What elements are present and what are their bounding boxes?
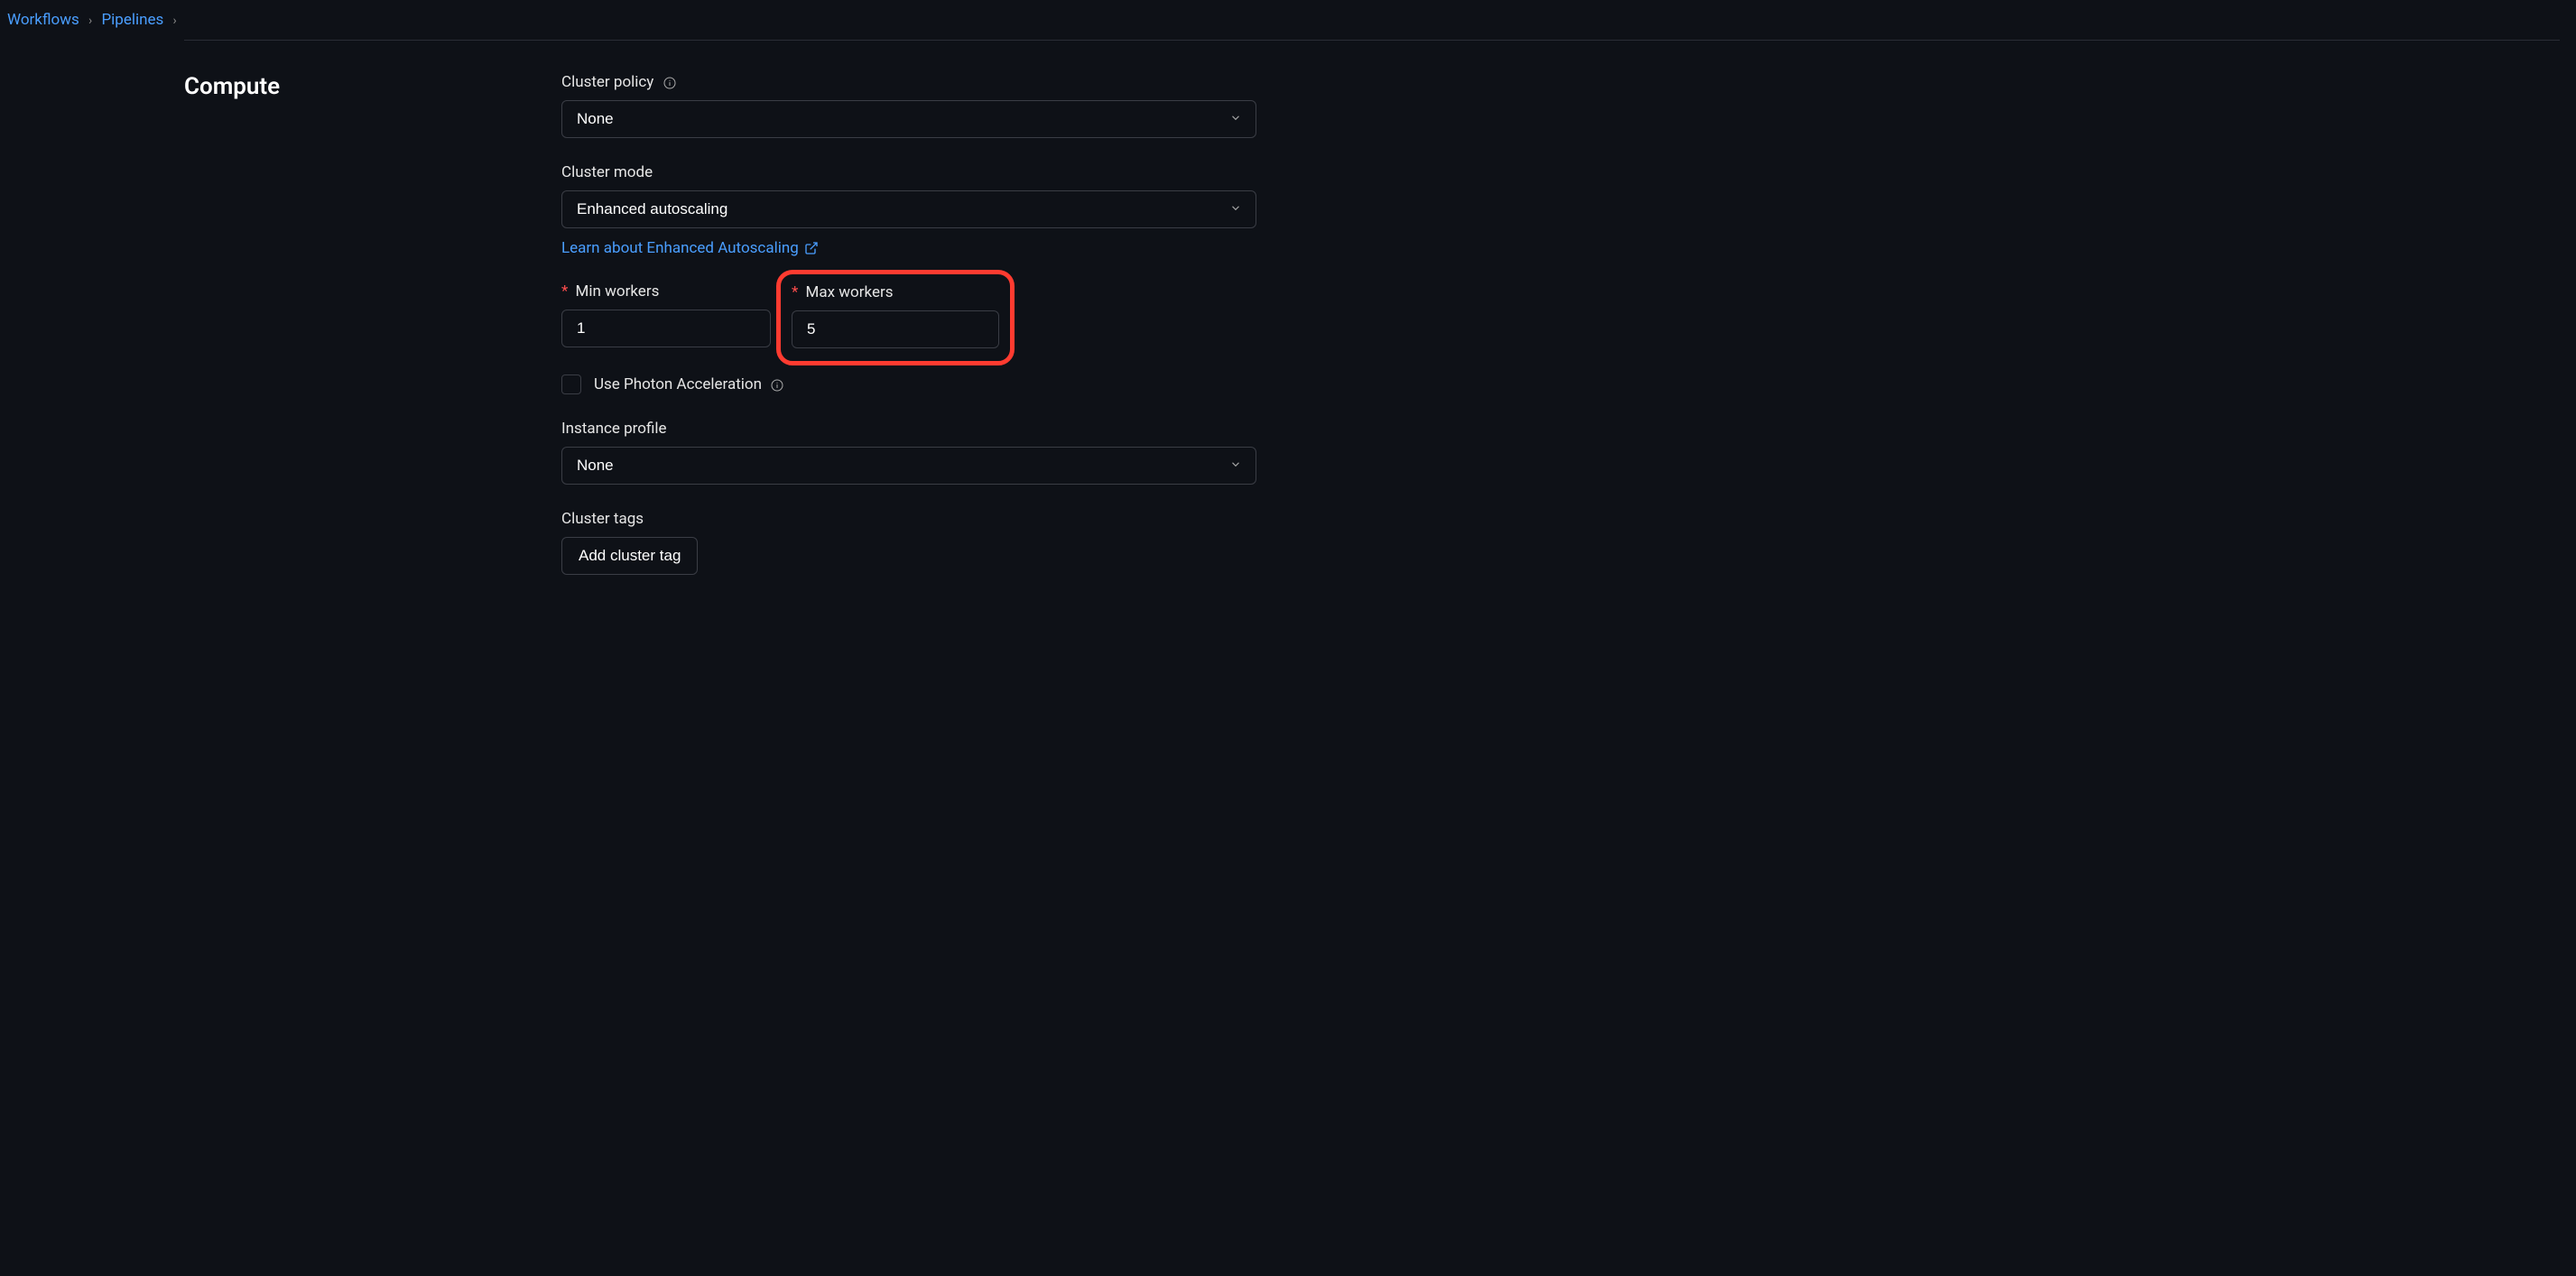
workers-row: * Min workers * Max workers <box>561 282 1256 349</box>
cluster-tags-label: Cluster tags <box>561 510 1256 528</box>
min-workers-label-text: Min workers <box>576 282 660 301</box>
instance-profile-select-wrapper: None <box>561 447 1256 485</box>
photon-label-text: Use Photon Acceleration <box>594 375 762 393</box>
cluster-policy-label-text: Cluster policy <box>561 73 653 91</box>
external-link-icon <box>804 241 819 255</box>
breadcrumb-pipelines[interactable]: Pipelines <box>101 11 163 29</box>
cluster-tags-group: Cluster tags Add cluster tag <box>561 510 1256 575</box>
cluster-mode-group: Cluster mode Enhanced autoscaling Learn … <box>561 163 1256 257</box>
compute-form: Cluster policy None Cluster mode Enhance… <box>561 73 1256 600</box>
required-asterisk: * <box>561 282 568 301</box>
breadcrumb: Workflows › Pipelines › <box>0 0 2576 40</box>
cluster-mode-select-wrapper: Enhanced autoscaling <box>561 190 1256 228</box>
cluster-mode-label: Cluster mode <box>561 163 1256 181</box>
main-container: Compute Cluster policy None Cluster mode… <box>184 40 2560 600</box>
breadcrumb-separator: › <box>88 14 92 28</box>
min-workers-input[interactable] <box>561 310 771 347</box>
cluster-policy-group: Cluster policy None <box>561 73 1256 138</box>
section-title-compute: Compute <box>184 73 561 600</box>
enhanced-autoscaling-link[interactable]: Learn about Enhanced Autoscaling <box>561 239 819 257</box>
instance-profile-label: Instance profile <box>561 420 1256 438</box>
info-icon[interactable] <box>769 377 785 393</box>
add-cluster-tag-button[interactable]: Add cluster tag <box>561 537 698 575</box>
cluster-policy-select[interactable]: None <box>561 100 1256 138</box>
max-workers-label-text: Max workers <box>806 283 894 301</box>
photon-row: Use Photon Acceleration <box>561 374 1256 394</box>
photon-checkbox[interactable] <box>561 374 581 394</box>
instance-profile-select[interactable]: None <box>561 447 1256 485</box>
min-workers-label: * Min workers <box>561 282 771 301</box>
max-workers-input[interactable] <box>792 310 999 348</box>
required-asterisk: * <box>792 283 798 301</box>
cluster-policy-label: Cluster policy <box>561 73 1256 91</box>
max-workers-field: * Max workers <box>791 282 1000 349</box>
max-workers-label: * Max workers <box>792 283 999 301</box>
photon-label: Use Photon Acceleration <box>594 375 785 393</box>
breadcrumb-separator: › <box>173 14 177 28</box>
breadcrumb-workflows[interactable]: Workflows <box>7 11 79 29</box>
cluster-policy-select-wrapper: None <box>561 100 1256 138</box>
min-workers-field: * Min workers <box>561 282 771 349</box>
max-workers-highlight: * Max workers <box>776 270 1015 365</box>
info-icon[interactable] <box>662 75 678 91</box>
instance-profile-group: Instance profile None <box>561 420 1256 485</box>
cluster-mode-select[interactable]: Enhanced autoscaling <box>561 190 1256 228</box>
enhanced-autoscaling-link-text: Learn about Enhanced Autoscaling <box>561 239 799 257</box>
